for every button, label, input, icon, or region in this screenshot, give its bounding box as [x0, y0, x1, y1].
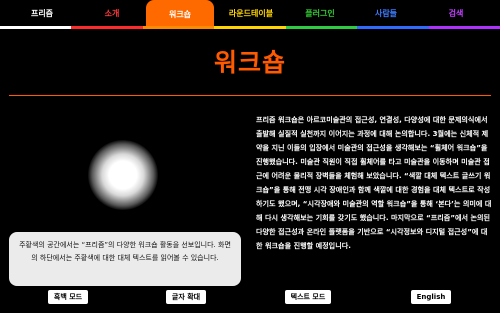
rainbow-divider — [0, 26, 500, 29]
nav-item-workshop[interactable]: 워크숍 — [146, 0, 214, 29]
dark-mode-button[interactable]: 흑백 모드 — [48, 290, 88, 304]
text-mode-button[interactable]: 텍스트 모드 — [285, 290, 331, 304]
nav-item-search[interactable]: 검색 — [432, 0, 480, 26]
page-title: 워크숍 — [213, 48, 286, 77]
rainbow-segment — [0, 26, 72, 29]
rainbow-segment — [214, 26, 286, 29]
nav-item-about[interactable]: 소개 — [88, 0, 136, 26]
nav-item-prism[interactable]: 프리즘 — [18, 0, 66, 26]
title-divider — [9, 95, 491, 96]
description-card: 주황색의 공간에서는 “프리즘”의 다양한 워크숍 활동을 선보입니다. 화면의… — [9, 232, 241, 286]
workshop-description: 프리즘 워크숍은 아르코미술관의 접근성, 연결성, 다양성에 대한 문제의식에… — [256, 115, 492, 250]
rainbow-segment — [142, 26, 215, 29]
top-navigation: 프리즘 소개 워크숍 라운드테이블 플러그인 사람들 검색 — [0, 0, 500, 29]
nav-item-roundtable[interactable]: 라운드테이블 — [218, 0, 284, 26]
nav-item-plugin[interactable]: 플러그인 — [292, 0, 348, 26]
english-button[interactable]: English — [411, 290, 451, 304]
rainbow-segment — [71, 26, 143, 29]
rainbow-segment — [285, 26, 358, 29]
rainbow-segment — [357, 26, 429, 29]
glow-orb-image — [88, 140, 158, 210]
nav-item-people[interactable]: 사람들 — [362, 0, 410, 26]
zoom-text-button[interactable]: 글자 확대 — [166, 290, 206, 304]
description-text: 주황색의 공간에서는 “프리즘”의 다양한 워크숍 활동을 선보입니다. 화면의… — [19, 241, 231, 262]
rainbow-segment — [428, 26, 500, 29]
